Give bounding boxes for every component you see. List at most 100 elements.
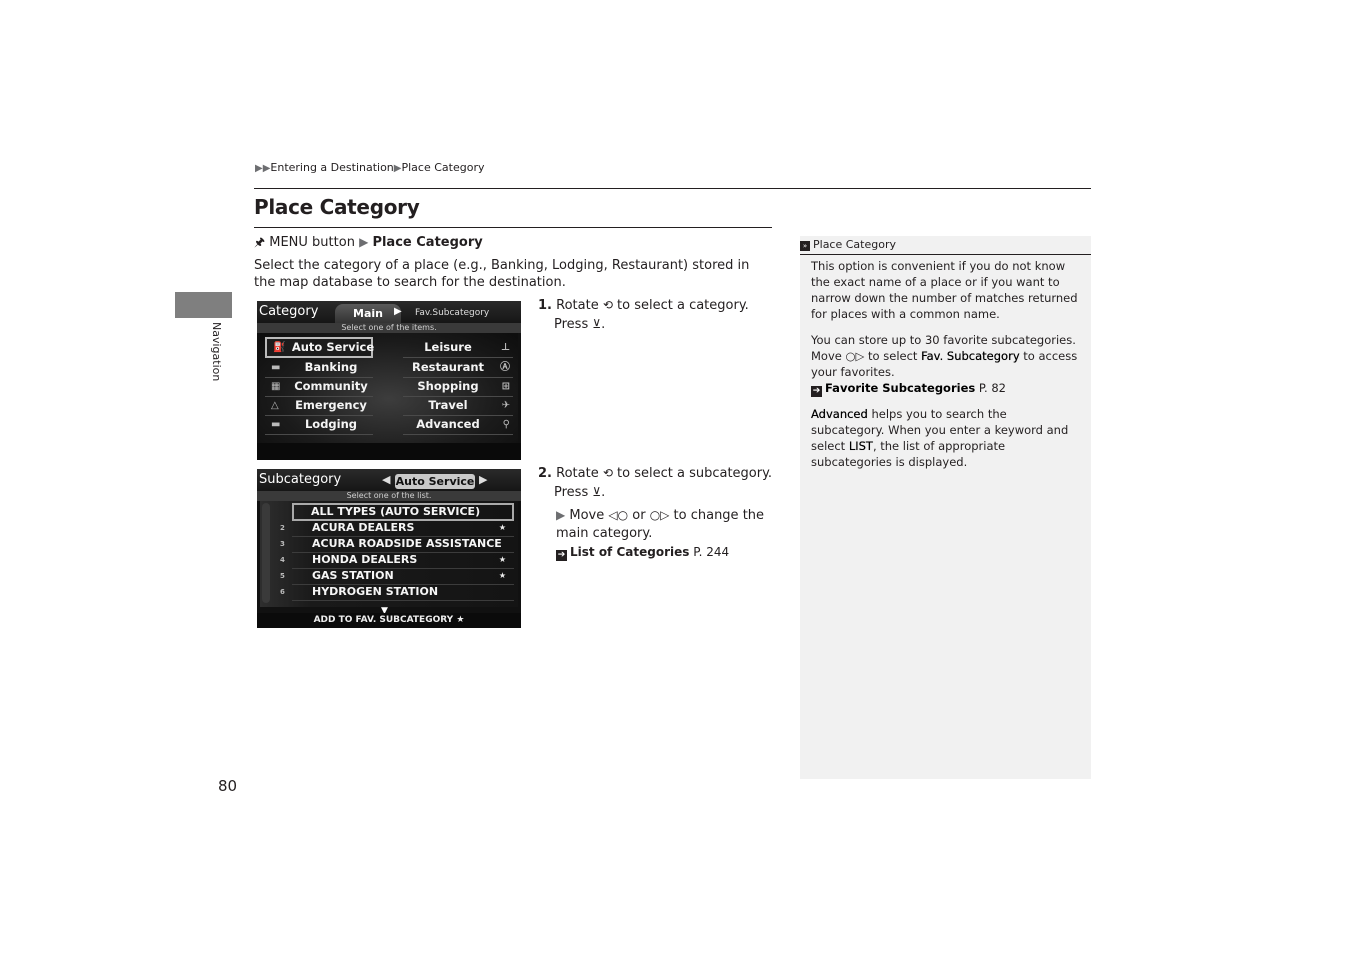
step-text: Rotate <box>556 298 599 313</box>
list-item-label: ALL TYPES (AUTO SERVICE) <box>311 505 481 518</box>
category-item-emergency[interactable]: △ Emergency <box>265 396 373 416</box>
note-title: Place Category <box>813 238 896 251</box>
star-icon: ★ <box>498 555 506 564</box>
list-item-label: GAS STATION <box>312 569 394 582</box>
step-text: Press <box>554 485 589 500</box>
list-item[interactable]: 2 ACURA DEALERS ★ <box>280 520 514 537</box>
category-label: Advanced <box>416 417 480 431</box>
breadcrumb-item[interactable]: Place Category <box>401 161 484 174</box>
rotate-knob-icon: ⟲ <box>602 466 613 480</box>
sidebar-note: » Place Category This option is convenien… <box>800 236 1091 779</box>
intro-text: Select the category of a place (e.g., Ba… <box>254 258 750 290</box>
note-emphasis: Fav. Subcategory <box>921 349 1020 363</box>
page-title: Place Category <box>254 195 420 219</box>
category-screen: Category Main ▶ Fav.Subcategory Select o… <box>257 301 521 460</box>
tab-fav-subcategory[interactable]: Fav.Subcategory <box>415 308 489 318</box>
category-item-advanced[interactable]: Advanced ⚲ <box>403 415 513 435</box>
note-text: or <box>632 508 646 523</box>
add-to-fav-subcategory[interactable]: ADD TO FAV. SUBCATEGORY ★ <box>257 613 521 628</box>
chevron-right-icon[interactable]: ▶ <box>479 473 487 486</box>
screen-title: Category <box>259 304 319 319</box>
section-tab-label: Navigation <box>210 322 223 382</box>
note-header: » Place Category <box>800 236 1091 255</box>
press-knob-icon: ⊻ <box>592 317 602 331</box>
rotate-knob-icon: ⟲ <box>602 298 613 312</box>
note-paragraph: You can store up to 30 favorite subcateg… <box>811 332 1083 397</box>
category-label: Travel <box>428 398 468 412</box>
list-item-number: 4 <box>280 556 285 564</box>
step-number: 1. <box>538 298 552 313</box>
tab-main[interactable]: Main <box>335 304 401 323</box>
scrollbar[interactable] <box>262 503 270 603</box>
step-1: 1. Rotate ⟲ to select a category. Press … <box>538 298 749 332</box>
screen-hint: Select one of the list. <box>257 491 521 501</box>
double-chevron-icon: » <box>800 241 810 251</box>
menu-path-target: Place Category <box>372 235 483 250</box>
category-item-shopping[interactable]: Shopping ⊞ <box>403 377 513 397</box>
step-text: Rotate <box>556 466 599 481</box>
category-label: Emergency <box>295 398 367 412</box>
note-paragraph: This option is convenient if you do not … <box>811 259 1078 321</box>
press-knob-icon: ⊻ <box>592 485 602 499</box>
step-2: 2. Rotate ⟲ to select a subcategory. Pre… <box>538 466 773 500</box>
move-right-icon: ○▷ <box>845 349 865 363</box>
star-icon: ★ <box>498 571 506 580</box>
bed-icon: ▬ <box>271 419 281 430</box>
cart-icon: ⊞ <box>501 381 510 392</box>
category-item-travel[interactable]: Travel ✈ <box>403 396 513 416</box>
cross-reference-link[interactable]: ➔ List of Categories P. 244 <box>556 545 730 561</box>
step-text: Press <box>554 317 589 332</box>
list-item-label: HYDROGEN STATION <box>312 585 439 598</box>
category-grid: ⛽ Auto Service ▬ Banking ▦ Community △ E… <box>260 333 518 443</box>
category-item-banking[interactable]: ▬ Banking <box>265 358 373 378</box>
category-item-restaurant[interactable]: Restaurant Ⓐ <box>403 358 513 378</box>
note-emphasis: Advanced <box>811 407 868 421</box>
category-item-leisure[interactable]: Leisure ⊥ <box>403 338 513 358</box>
category-label: Leisure <box>424 340 472 354</box>
menu-button-icon: 🖈 <box>254 235 266 249</box>
list-item-label: ACURA ROADSIDE ASSISTANCE <box>312 537 502 550</box>
list-item[interactable]: 4 HONDA DEALERS ★ <box>280 552 514 569</box>
warning-triangle-icon: △ <box>271 400 279 411</box>
category-label: Banking <box>304 360 358 374</box>
leisure-icon: ⊥ <box>500 342 510 353</box>
reference-arrow-icon: ➔ <box>811 386 822 397</box>
category-label: Community <box>294 379 368 393</box>
list-item[interactable]: 3 ACURA ROADSIDE ASSISTANCE <box>280 536 514 553</box>
category-item-auto-service[interactable]: ⛽ Auto Service <box>265 337 374 358</box>
step-text: to select a subcategory. <box>617 466 773 481</box>
subcategory-list: ALL TYPES (AUTO SERVICE) 2 ACURA DEALERS… <box>260 501 518 607</box>
category-item-lodging[interactable]: ▬ Lodging <box>265 415 373 435</box>
move-left-icon: ◁○ <box>608 508 629 522</box>
building-icon: ▦ <box>271 381 281 392</box>
menu-path: 🖈 MENU button ▶ Place Category <box>254 233 483 254</box>
magnifier-icon: ⚲ <box>502 419 510 430</box>
section-tab <box>175 292 232 318</box>
list-item-label: ACURA DEALERS <box>312 521 415 534</box>
list-item[interactable]: ALL TYPES (AUTO SERVICE) <box>292 503 514 521</box>
airplane-icon: ✈ <box>501 400 510 411</box>
note-emphasis: LIST <box>848 439 873 453</box>
page-number: 80 <box>218 777 238 795</box>
double-triangle-right-icon: ▶▶ <box>255 163 271 174</box>
cross-reference-link[interactable]: ➔ Favorite Subcategories P. 82 <box>811 381 1006 397</box>
restaurant-icon: Ⓐ <box>500 362 510 373</box>
reference-arrow-icon: ➔ <box>556 550 567 561</box>
list-item[interactable]: 6 HYDROGEN STATION <box>280 584 514 601</box>
selected-category-pill[interactable]: Auto Service <box>395 474 475 489</box>
list-item-number: 3 <box>280 540 285 548</box>
breadcrumb-item[interactable]: Entering a Destination <box>270 161 393 174</box>
list-item[interactable]: 5 GAS STATION ★ <box>280 568 514 585</box>
reference-page: P. 244 <box>693 545 730 559</box>
screen-hint: Select one of the items. <box>257 323 521 333</box>
menu-path-start: MENU button <box>269 235 355 250</box>
category-item-community[interactable]: ▦ Community <box>265 377 373 397</box>
list-item-number: 6 <box>280 588 285 596</box>
reference-label: Favorite Subcategories <box>825 381 976 395</box>
category-label: Shopping <box>417 379 479 393</box>
note-text: Move <box>569 508 605 523</box>
screen-header: Category Main ▶ Fav.Subcategory <box>257 301 521 323</box>
triangle-right-icon: ▶ <box>556 508 566 522</box>
header-divider <box>254 188 1091 189</box>
chevron-left-icon[interactable]: ◀ <box>382 473 390 486</box>
